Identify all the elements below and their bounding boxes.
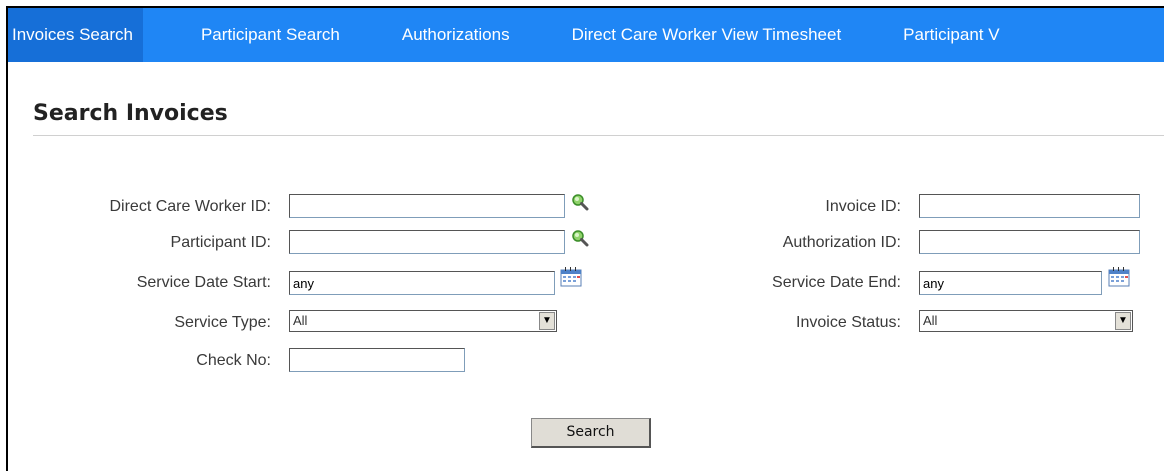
invoice-status-label: Invoice Status: bbox=[796, 314, 901, 331]
tab-dcw-view-timesheet[interactable]: Direct Care Worker View Timesheet bbox=[572, 8, 842, 62]
service-date-start-label: Service Date Start: bbox=[136, 274, 271, 291]
tab-invoices-search[interactable]: Invoices Search bbox=[8, 8, 143, 62]
page-title: Search Invoices bbox=[33, 101, 228, 126]
service-date-end-label: Service Date End: bbox=[772, 274, 901, 291]
app-frame: Invoices Search Participant Search Autho… bbox=[6, 6, 1164, 471]
service-type-value: All bbox=[293, 313, 308, 328]
participant-id-input[interactable] bbox=[289, 230, 565, 254]
magnifier-icon[interactable] bbox=[571, 193, 589, 216]
service-date-end-input[interactable] bbox=[919, 271, 1102, 295]
chevron-down-icon[interactable]: ▼ bbox=[1115, 312, 1131, 330]
invoice-status-value: All bbox=[923, 313, 938, 328]
tab-participant-search[interactable]: Participant Search bbox=[201, 8, 340, 62]
chevron-down-icon[interactable]: ▼ bbox=[539, 312, 555, 330]
service-type-select[interactable]: All ▼ bbox=[289, 310, 557, 332]
check-no-input[interactable] bbox=[289, 348, 465, 372]
calendar-icon[interactable] bbox=[1108, 267, 1130, 292]
service-type-label: Service Type: bbox=[174, 314, 271, 331]
invoice-id-input[interactable] bbox=[919, 194, 1140, 218]
magnifier-icon[interactable] bbox=[571, 229, 589, 252]
tab-participant-v[interactable]: Participant V bbox=[903, 8, 999, 62]
tab-authorizations[interactable]: Authorizations bbox=[402, 8, 510, 62]
dcw-id-label: Direct Care Worker ID: bbox=[109, 198, 271, 215]
service-date-start-input[interactable] bbox=[289, 271, 555, 295]
calendar-icon[interactable] bbox=[560, 267, 582, 292]
authorization-id-input[interactable] bbox=[919, 230, 1140, 254]
check-no-label: Check No: bbox=[196, 352, 271, 369]
search-button[interactable]: Search bbox=[531, 418, 651, 448]
participant-id-label: Participant ID: bbox=[170, 234, 271, 251]
dcw-id-input[interactable] bbox=[289, 194, 565, 218]
title-divider bbox=[33, 135, 1164, 136]
invoice-status-select[interactable]: All ▼ bbox=[919, 310, 1133, 332]
top-nav: Invoices Search Participant Search Autho… bbox=[8, 8, 1164, 62]
invoice-id-label: Invoice ID: bbox=[825, 198, 901, 215]
authorization-id-label: Authorization ID: bbox=[782, 234, 901, 251]
